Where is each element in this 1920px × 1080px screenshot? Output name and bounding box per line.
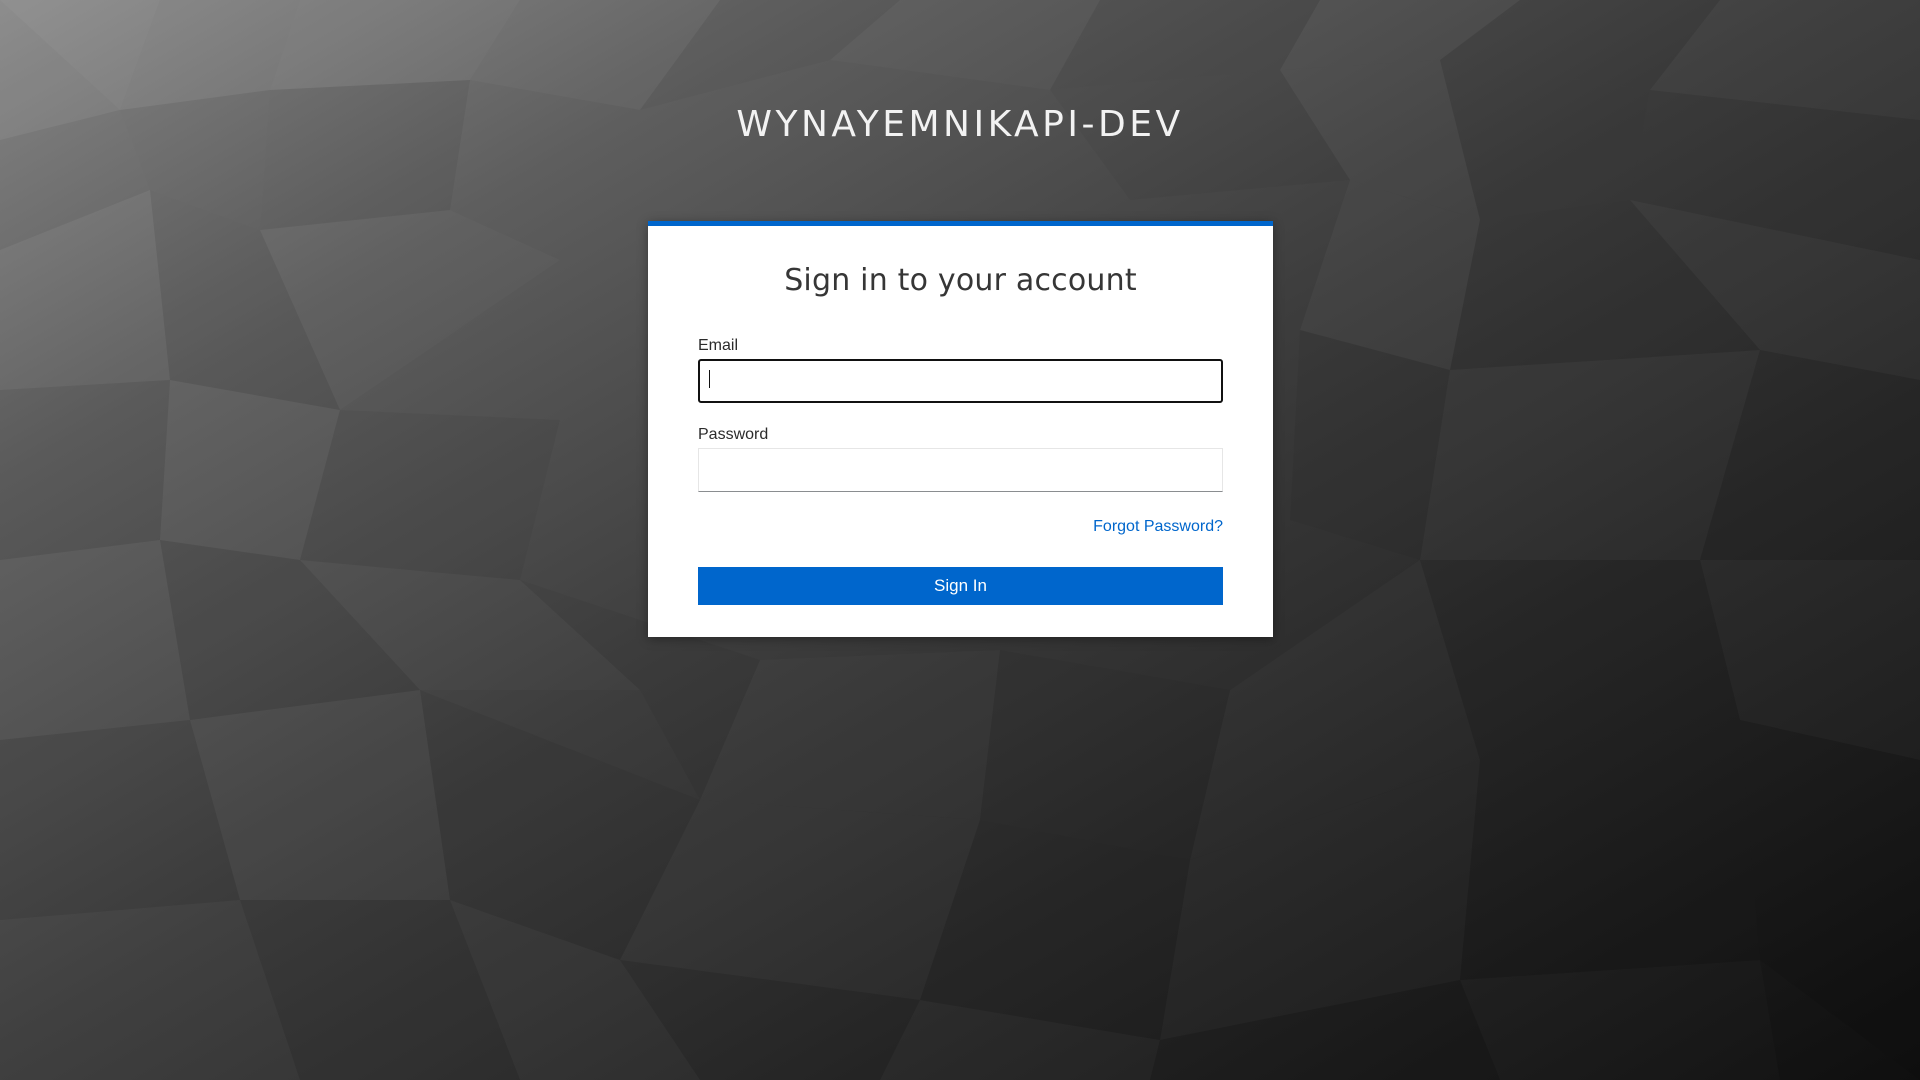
- text-cursor: [709, 370, 710, 388]
- login-heading: Sign in to your account: [784, 263, 1137, 298]
- password-input[interactable]: [698, 448, 1223, 492]
- password-label: Password: [698, 426, 769, 443]
- sign-in-button[interactable]: Sign In: [698, 567, 1223, 605]
- email-input[interactable]: [698, 359, 1223, 403]
- forgot-password-link[interactable]: Forgot Password?: [1093, 517, 1223, 537]
- email-label: Email: [698, 337, 739, 354]
- realm-title: WYNAYEMNIKAPI-DEV: [736, 104, 1184, 145]
- login-card: Sign in to your account Email Password F…: [648, 221, 1273, 637]
